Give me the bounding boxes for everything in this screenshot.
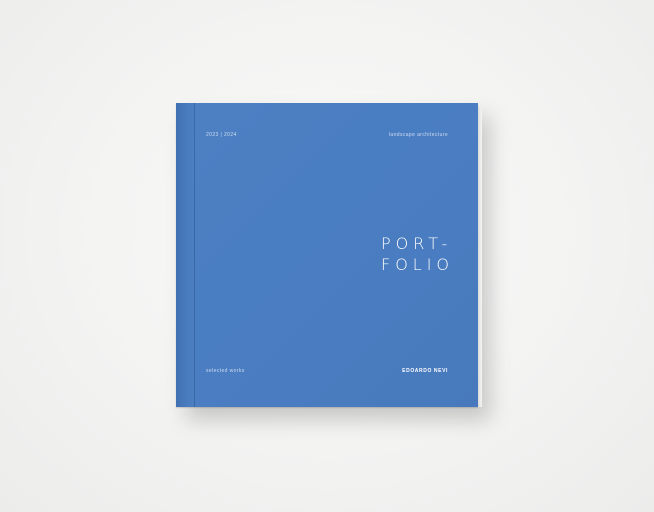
cover-title-line-2: FOLIO (381, 255, 455, 274)
cover-title-line-1: PORT- (381, 234, 453, 253)
portfolio-book-cover: 2023 | 2024 landscape architecture PORT-… (176, 103, 482, 407)
spine-crease (194, 103, 195, 407)
cover-author: EDOARDO NEVI (402, 368, 448, 374)
book-spine (176, 103, 194, 407)
page-edge (478, 107, 482, 407)
cover-title: PORT- FOLIO (381, 233, 454, 275)
cover-subject: landscape architecture (388, 132, 448, 138)
cover-tagline: selected works (206, 368, 245, 374)
mockup-scene: 2023 | 2024 landscape architecture PORT-… (0, 0, 654, 512)
cover-years: 2023 | 2024 (206, 132, 237, 138)
